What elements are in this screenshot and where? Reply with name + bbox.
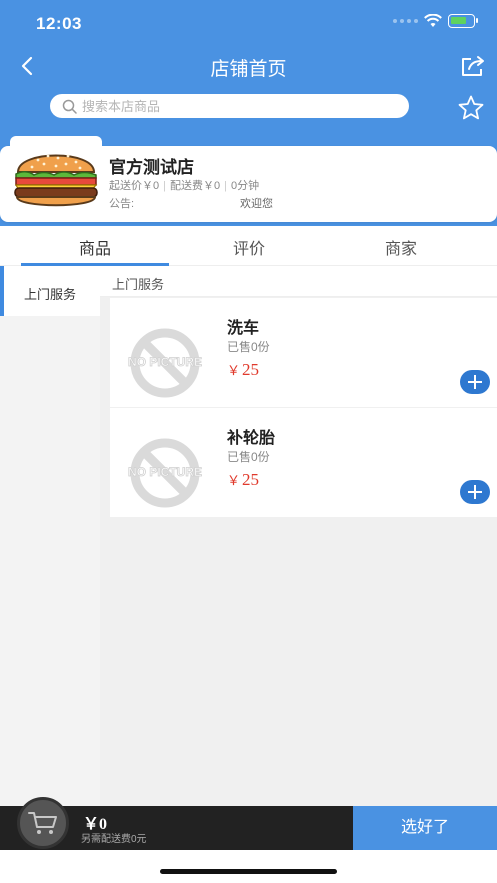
search-icon — [62, 99, 77, 114]
currency-symbol: ￥ — [227, 363, 241, 378]
wifi-icon — [424, 14, 442, 27]
favorite-star-icon[interactable] — [457, 94, 485, 122]
notice-label: 公告: — [109, 198, 135, 210]
status-icons — [393, 14, 478, 28]
product-sold-count: 已售0份 — [227, 450, 270, 464]
cart-summary[interactable]: ￥0 另需配送费0元 — [0, 797, 353, 850]
product-price: ￥ 25 — [227, 470, 259, 490]
product-name: 洗车 — [227, 320, 260, 337]
no-picture-text: NO PICTURE — [128, 465, 202, 479]
checkout-button[interactable]: 选好了 — [353, 806, 497, 850]
delivery-fee: 配送费￥0 — [169, 180, 221, 192]
search-input[interactable] — [82, 98, 382, 114]
delivery-fee-note: 另需配送费0元 — [81, 834, 147, 845]
product-list: 上门服务 NO PICTURE 洗车 已售0份 ￥ 25 NO PICTURE 补… — [100, 266, 497, 806]
section-title: 上门服务 — [112, 277, 165, 292]
store-logo — [10, 136, 102, 214]
page-title: 店铺首页 — [210, 59, 287, 80]
no-picture-placeholder-icon: NO PICTURE — [128, 438, 202, 508]
share-icon[interactable] — [459, 52, 487, 80]
product-item[interactable]: NO PICTURE 补轮胎 已售0份 ￥ 25 — [110, 408, 497, 517]
price-value: 25 — [242, 360, 260, 379]
burger-logo-icon — [14, 154, 98, 207]
battery-icon — [448, 14, 478, 28]
product-price: ￥ 25 — [227, 360, 259, 380]
signal-icon — [393, 19, 418, 23]
notice-text: 欢迎您 — [240, 198, 273, 210]
shopping-cart-icon — [28, 812, 57, 834]
search-box[interactable] — [50, 94, 409, 118]
no-picture-placeholder-icon: NO PICTURE — [128, 328, 202, 398]
product-sold-count: 已售0份 — [227, 340, 270, 354]
price-value: 25 — [242, 470, 260, 489]
cart-button[interactable] — [17, 797, 69, 849]
store-meta: 起送价￥0 | 配送费￥0 | 0分钟 — [109, 180, 260, 192]
currency-symbol: ￥ — [227, 473, 241, 488]
delivery-time: 0分钟 — [230, 180, 260, 192]
store-name: 官方测试店 — [109, 158, 194, 177]
tab-merchant[interactable]: 商家 — [326, 235, 476, 259]
product-name: 补轮胎 — [227, 430, 276, 447]
store-info-card: 官方测试店 起送价￥0 | 配送费￥0 | 0分钟 公告: 欢迎您 — [0, 136, 497, 222]
category-sidebar: 上门服务 — [0, 266, 100, 806]
tab-reviews[interactable]: 评价 — [174, 235, 324, 259]
cart-bar: ￥0 另需配送费0元 选好了 — [0, 797, 497, 850]
product-item[interactable]: NO PICTURE 洗车 已售0份 ￥ 25 — [110, 298, 497, 407]
min-order-price: 起送价￥0 — [109, 180, 160, 192]
add-to-cart-button[interactable] — [460, 480, 490, 504]
status-time: 12:03 — [36, 14, 82, 33]
status-bar: 12:03 — [0, 0, 497, 44]
sidebar-item-home-service[interactable]: 上门服务 — [0, 266, 100, 316]
section-header: 上门服务 — [100, 266, 497, 297]
home-indicator — [160, 869, 337, 874]
no-picture-text: NO PICTURE — [128, 355, 202, 369]
tab-bar: 商品 评价 商家 — [0, 226, 497, 266]
sidebar-item-label: 上门服务 — [24, 287, 77, 302]
tab-products[interactable]: 商品 — [20, 235, 170, 259]
add-to-cart-button[interactable] — [460, 370, 490, 394]
